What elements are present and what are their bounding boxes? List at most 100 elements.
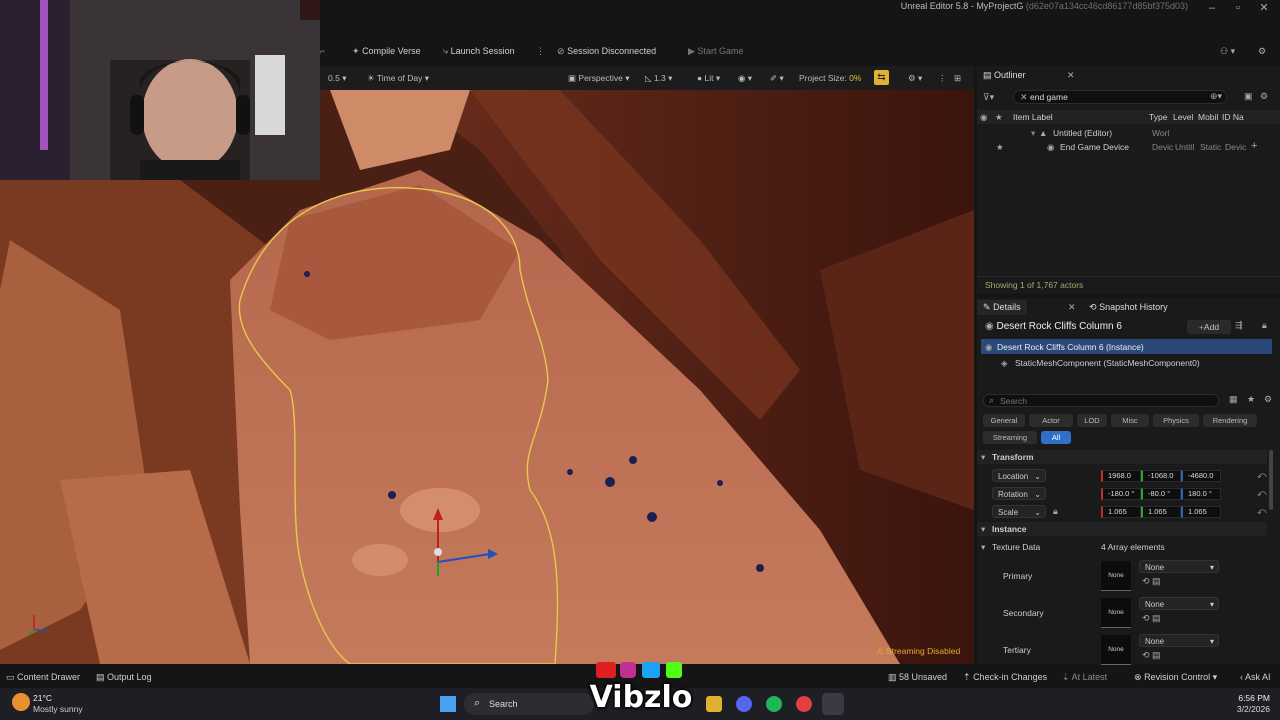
details-scrollbar[interactable]: [1269, 450, 1273, 510]
scale-z-field[interactable]: 1.065: [1181, 506, 1221, 518]
filter-rendering[interactable]: Rendering: [1203, 414, 1257, 427]
camera-speed-dropdown[interactable]: 0.5 ▾: [328, 72, 346, 84]
location-z-field[interactable]: -4680.0: [1181, 470, 1221, 482]
favorites-icon[interactable]: ★: [1247, 394, 1255, 405]
outliner-settings-icon[interactable]: ⚙: [1260, 91, 1268, 102]
time-of-day-dropdown[interactable]: ☀ Time of Day ▾: [367, 72, 429, 84]
reset-scale-icon[interactable]: ⤺: [1257, 506, 1267, 517]
location-dropdown[interactable]: Location ⌄: [992, 469, 1046, 482]
component-row-instance[interactable]: ◉ Desert Rock Cliffs Column 6 (Instance): [981, 339, 1272, 354]
texture-select[interactable]: None ▾: [1139, 597, 1219, 610]
texture-thumbnail[interactable]: None: [1101, 598, 1131, 628]
minimize-icon[interactable]: –: [1204, 2, 1220, 14]
launch-session-button[interactable]: ⤷ Launch Session: [443, 44, 515, 58]
lit-dropdown[interactable]: ● Lit ▾: [697, 72, 720, 84]
texture-select[interactable]: None ▾: [1139, 560, 1219, 573]
collapse-arrow-icon[interactable]: ▾: [981, 524, 985, 535]
use-selected-icon[interactable]: ⟲ ▤: [1142, 576, 1161, 587]
filter-icon[interactable]: ⊽▾: [983, 92, 994, 103]
expand-arrow-icon[interactable]: ▾: [981, 542, 985, 553]
weather-icon[interactable]: [12, 693, 30, 711]
texture-data-row[interactable]: ▾ Texture Data 4 Array elements: [977, 540, 1267, 554]
column-item-label[interactable]: Item Label: [1013, 112, 1053, 122]
taskbar-search-input[interactable]: ⌕ Search: [464, 693, 594, 715]
expand-arrow-icon[interactable]: ▾: [1031, 128, 1035, 139]
new-folder-icon[interactable]: ▣: [1244, 91, 1253, 102]
viewport-settings-icon[interactable]: ⚙ ▾: [908, 72, 922, 84]
lock-icon[interactable]: 🔒︎: [1262, 320, 1267, 331]
location-x-field[interactable]: 1968.0: [1101, 470, 1141, 482]
reset-location-icon[interactable]: ⤺: [1257, 470, 1267, 481]
details-search-input[interactable]: ⌕ Search: [983, 394, 1219, 407]
chrome-icon[interactable]: [796, 696, 812, 712]
collapse-arrow-icon[interactable]: ▾: [981, 452, 985, 463]
rotation-y-field[interactable]: -80.0 °: [1141, 488, 1181, 500]
transform-section-header[interactable]: ▾ Transform: [977, 450, 1267, 464]
component-row-mesh[interactable]: ◈ StaticMeshComponent (StaticMeshCompone…: [981, 355, 1272, 370]
outliner-search-input[interactable]: ✕ end game ⊕▾: [1013, 90, 1227, 104]
file-explorer-icon[interactable]: [706, 696, 722, 712]
unsaved-button[interactable]: ▥ 58 Unsaved: [888, 670, 947, 684]
reset-rotation-icon[interactable]: ⤺: [1257, 488, 1267, 499]
rotation-dropdown[interactable]: Rotation ⌄: [992, 487, 1046, 500]
clear-search-icon[interactable]: ✕: [1020, 92, 1028, 103]
column-mobility[interactable]: Mobil: [1198, 112, 1218, 122]
location-y-field[interactable]: -1068.0: [1141, 470, 1181, 482]
details-settings-icon[interactable]: ⚙: [1264, 394, 1272, 405]
viewport-more-icon[interactable]: ⋮: [938, 72, 947, 84]
texture-thumbnail[interactable]: None: [1101, 561, 1131, 591]
instance-section-header[interactable]: ▾ Instance: [977, 522, 1267, 536]
filter-physics[interactable]: Physics: [1153, 414, 1199, 427]
rotation-z-field[interactable]: 180.0 °: [1181, 488, 1221, 500]
start-game-button[interactable]: ▶ Start Game: [688, 44, 743, 58]
more-options-icon[interactable]: ⋮: [536, 44, 545, 58]
content-drawer-button[interactable]: ▭ Content Drawer: [6, 670, 80, 684]
discord-icon[interactable]: [736, 696, 752, 712]
transform-tools-dropdown[interactable]: ✐ ▾: [770, 72, 784, 84]
filter-all[interactable]: All: [1041, 431, 1071, 444]
spotify-icon[interactable]: [766, 696, 782, 712]
scale-lock-icon[interactable]: 🔒︎: [1053, 506, 1058, 517]
layout-grid-icon[interactable]: ⊞: [954, 72, 961, 84]
settings-icon[interactable]: ⚙: [1258, 44, 1266, 58]
filter-lod[interactable]: LOD: [1077, 414, 1107, 427]
outliner-row-end-game-device[interactable]: ★ ◉ End Game Device Devic Untitl Static …: [977, 140, 1280, 154]
revision-control-button[interactable]: ⊗ Revision Control ▾: [1134, 670, 1217, 684]
add-filter-icon[interactable]: ⊕▾: [1210, 91, 1222, 102]
tab-outliner[interactable]: ▤ Outliner: [977, 68, 1032, 83]
add-component-button[interactable]: +Add: [1187, 320, 1231, 334]
filter-actor[interactable]: Actor: [1029, 414, 1073, 427]
snap-icon[interactable]: ⇆: [874, 70, 889, 85]
compile-verse-button[interactable]: ✦ Compile Verse: [352, 44, 421, 58]
tab-snapshot-history[interactable]: ⟲ Snapshot History: [1083, 300, 1174, 315]
filter-misc[interactable]: Misc: [1111, 414, 1149, 427]
blueprint-icon[interactable]: ⇶: [1235, 320, 1243, 331]
show-flags-dropdown[interactable]: ◉ ▾: [738, 72, 752, 84]
close-window-icon[interactable]: ✕: [1256, 2, 1272, 14]
filter-streaming[interactable]: Streaming: [983, 431, 1037, 444]
outliner-row-world[interactable]: ▾ ▲ Untitled (Editor) Worl: [977, 126, 1280, 140]
column-type[interactable]: Type: [1149, 112, 1167, 122]
add-icon[interactable]: +: [1251, 140, 1257, 152]
start-icon[interactable]: [440, 696, 456, 712]
close-outliner-icon[interactable]: ✕: [1067, 70, 1075, 81]
rotation-x-field[interactable]: -180.0 °: [1101, 488, 1141, 500]
property-matrix-icon[interactable]: ▦: [1229, 394, 1238, 405]
session-status-button[interactable]: ⊘ Session Disconnected: [557, 44, 656, 58]
scale-x-field[interactable]: 1.065: [1101, 506, 1141, 518]
checkin-button[interactable]: ⇡ Check-in Changes: [963, 670, 1047, 684]
texture-select[interactable]: None ▾: [1139, 634, 1219, 647]
use-selected-icon[interactable]: ⟲ ▤: [1142, 613, 1161, 624]
favorite-star-icon[interactable]: ★: [996, 142, 1004, 153]
users-icon[interactable]: ⚇ ▾: [1220, 44, 1235, 58]
maximize-icon[interactable]: ▫: [1230, 2, 1246, 14]
perspective-dropdown[interactable]: ▣ Perspective ▾: [568, 72, 629, 84]
ask-ai-button[interactable]: ‹ Ask AI: [1240, 670, 1271, 684]
scale-y-field[interactable]: 1.065: [1141, 506, 1181, 518]
column-id-name[interactable]: ID Na: [1222, 112, 1244, 122]
output-log-button[interactable]: ▤ Output Log: [96, 670, 152, 684]
scale-dropdown[interactable]: Scale ⌄: [992, 505, 1046, 518]
texture-thumbnail[interactable]: None: [1101, 635, 1131, 665]
tab-details[interactable]: ✎ Details: [977, 300, 1027, 315]
close-details-icon[interactable]: ✕: [1068, 302, 1076, 313]
